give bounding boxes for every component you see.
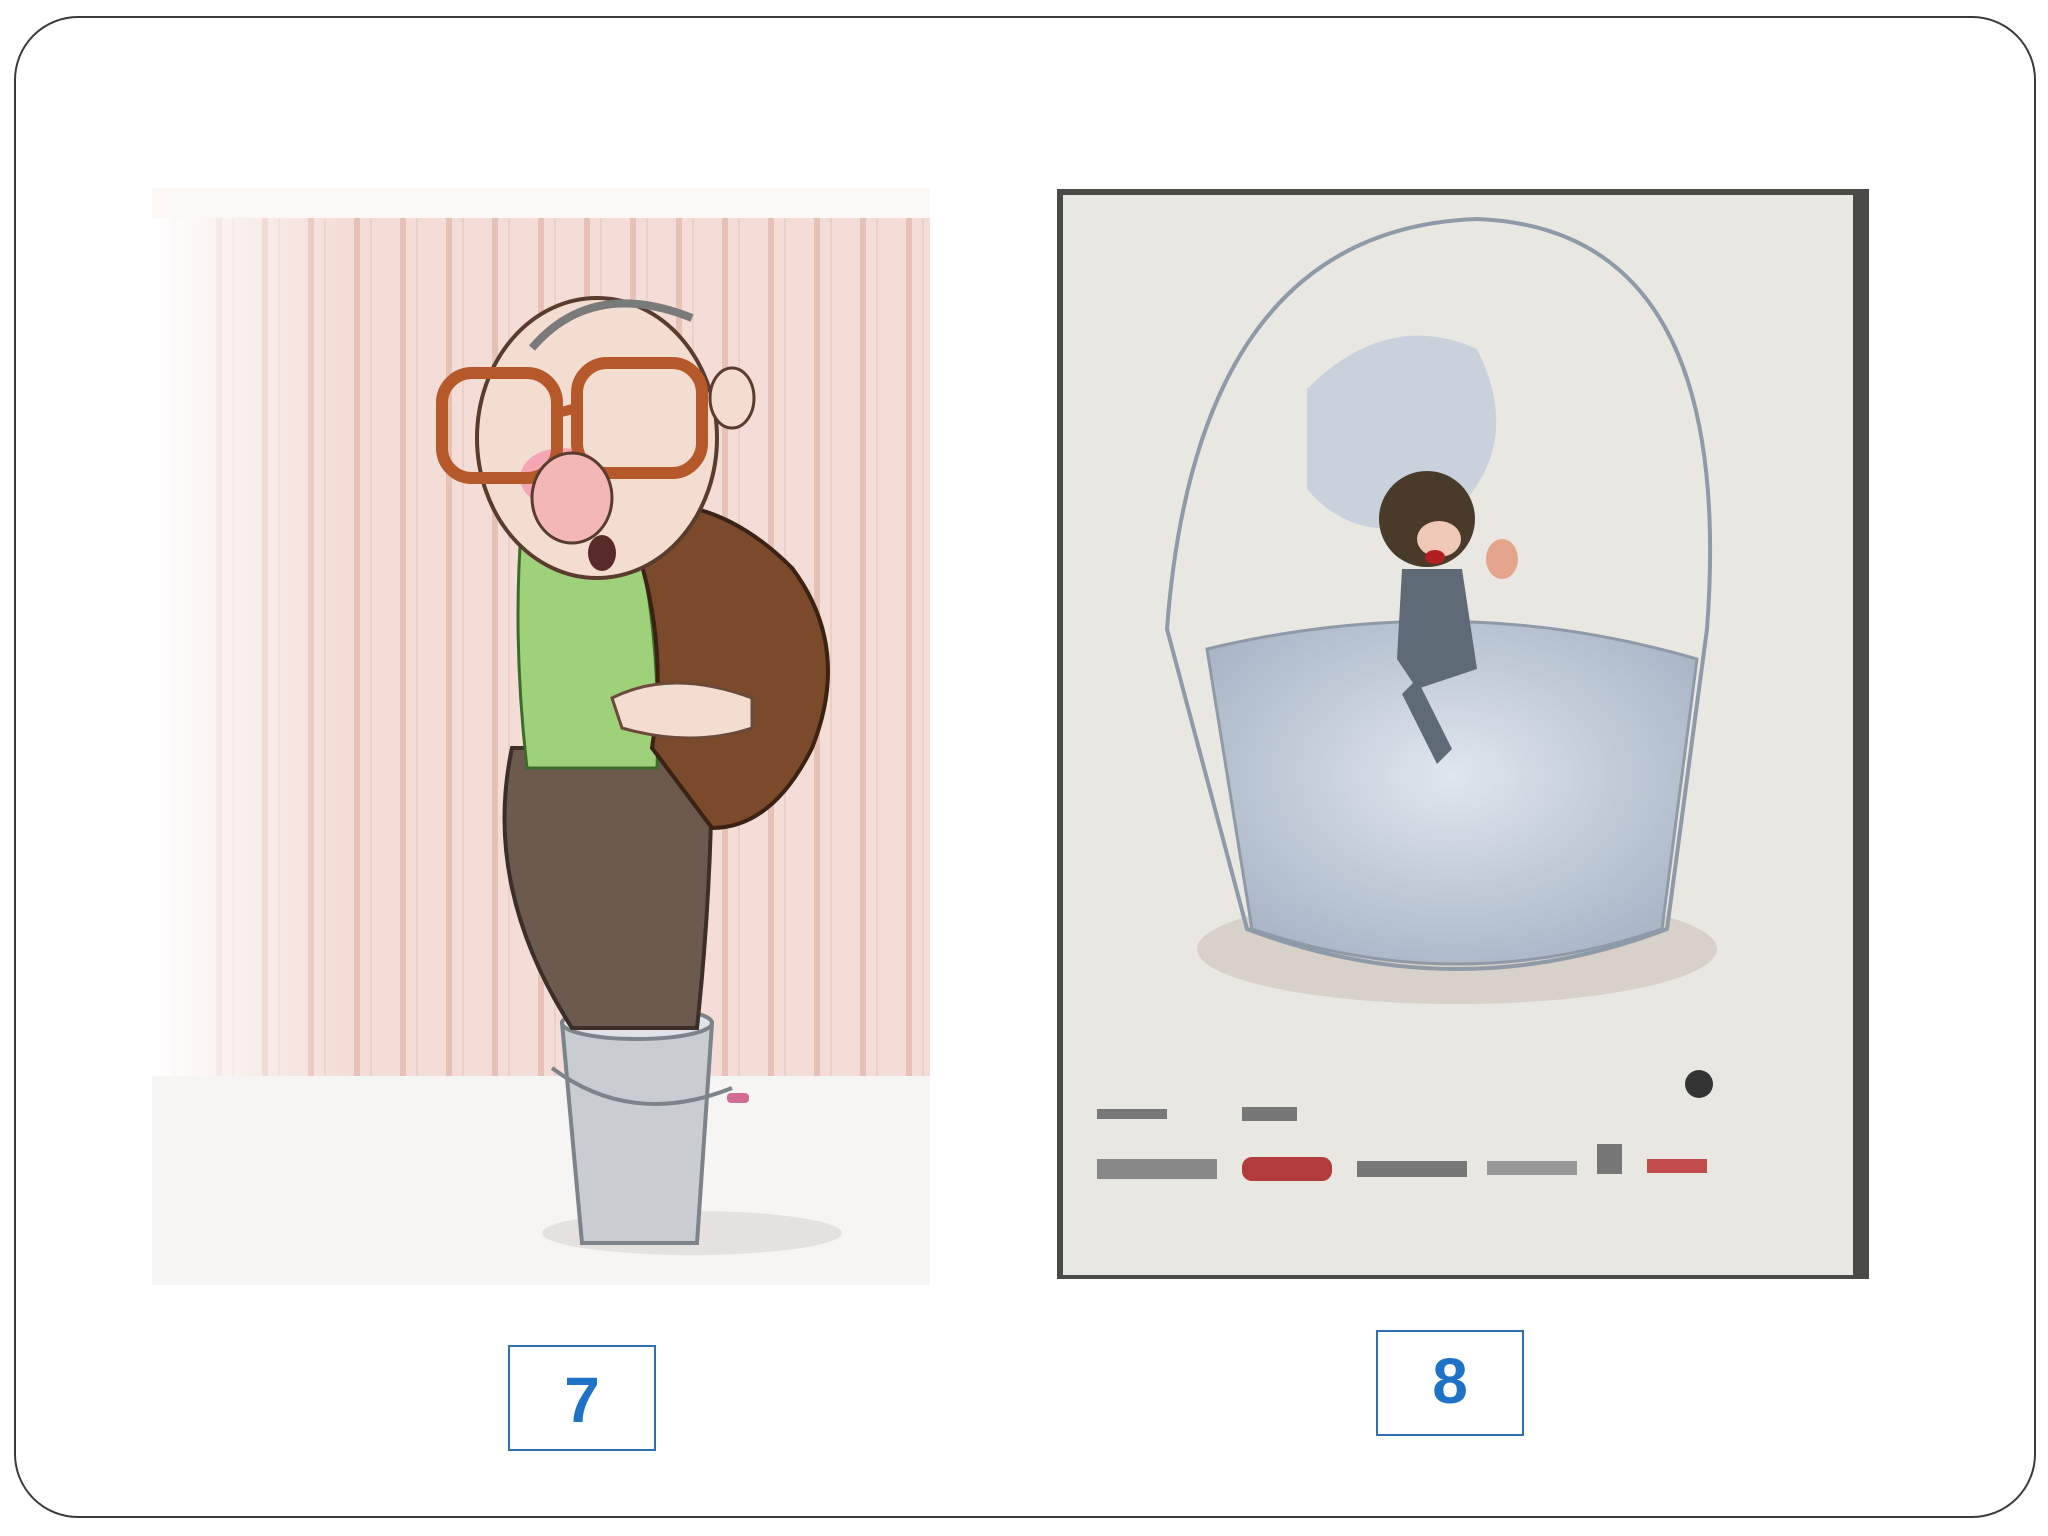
image-number-label-7: 7 xyxy=(508,1345,656,1451)
poster-drowning-person-image xyxy=(1057,189,1869,1279)
cartoon-old-man-image xyxy=(152,188,930,1285)
image-number-label-8: 8 xyxy=(1376,1330,1524,1436)
